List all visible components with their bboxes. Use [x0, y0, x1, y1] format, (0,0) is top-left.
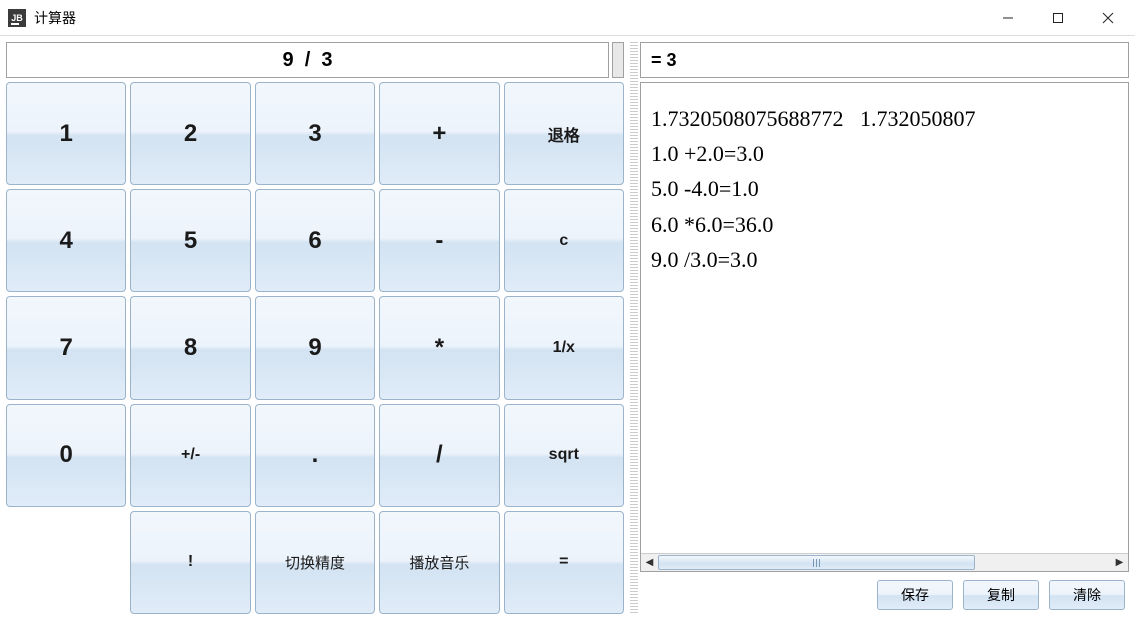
key-factorial[interactable]: ! — [130, 511, 250, 614]
history-actions: 保存 复制 清除 — [640, 572, 1129, 614]
key-9[interactable]: 9 — [255, 296, 375, 399]
app-icon: JB — [8, 9, 26, 27]
scroll-left-arrow-icon[interactable]: ◀ — [641, 554, 658, 571]
clear-button[interactable]: 清除 — [1049, 580, 1125, 610]
calculator-panel: 1 2 3 + 退格 4 5 6 - c 7 8 9 * 1/x 0 +/- .… — [6, 42, 628, 614]
key-minus[interactable]: - — [379, 189, 499, 292]
key-backspace[interactable]: 退格 — [504, 82, 624, 185]
panel-divider[interactable] — [630, 42, 638, 614]
scroll-grip-icon — [813, 559, 820, 567]
maximize-button[interactable] — [1033, 3, 1083, 33]
key-clear[interactable]: c — [504, 189, 624, 292]
key-toggle-precision[interactable]: 切换精度 — [255, 511, 375, 614]
minimize-icon — [1002, 12, 1014, 24]
scroll-right-arrow-icon[interactable]: ▶ — [1111, 554, 1128, 571]
history-panel: = 3 1.7320508075688772 1.732050807 1.0 +… — [640, 42, 1129, 614]
close-icon — [1102, 12, 1114, 24]
key-dot[interactable]: . — [255, 404, 375, 507]
key-5[interactable]: 5 — [130, 189, 250, 292]
expression-input[interactable] — [6, 42, 609, 78]
result-field[interactable]: = 3 — [640, 42, 1129, 78]
save-button[interactable]: 保存 — [877, 580, 953, 610]
key-sqrt[interactable]: sqrt — [504, 404, 624, 507]
horizontal-scrollbar[interactable]: ◀ ▶ — [641, 553, 1128, 571]
close-button[interactable] — [1083, 3, 1133, 33]
key-2[interactable]: 2 — [130, 82, 250, 185]
window-title: 计算器 — [34, 8, 76, 28]
key-0[interactable]: 0 — [6, 404, 126, 507]
scroll-thumb[interactable] — [658, 555, 975, 570]
copy-button[interactable]: 复制 — [963, 580, 1039, 610]
key-play-music[interactable]: 播放音乐 — [379, 511, 499, 614]
keypad: 1 2 3 + 退格 4 5 6 - c 7 8 9 * 1/x 0 +/- .… — [6, 82, 624, 614]
titlebar: JB 计算器 — [0, 0, 1135, 36]
key-equals[interactable]: = — [504, 511, 624, 614]
content: 1 2 3 + 退格 4 5 6 - c 7 8 9 * 1/x 0 +/- .… — [0, 36, 1135, 620]
key-divide[interactable]: / — [379, 404, 499, 507]
history-text[interactable]: 1.7320508075688772 1.732050807 1.0 +2.0=… — [641, 83, 1128, 553]
maximize-icon — [1052, 12, 1064, 24]
key-7[interactable]: 7 — [6, 296, 126, 399]
key-3[interactable]: 3 — [255, 82, 375, 185]
scroll-track[interactable] — [658, 554, 1111, 571]
key-8[interactable]: 8 — [130, 296, 250, 399]
key-plus[interactable]: + — [379, 82, 499, 185]
expression-side-button[interactable] — [612, 42, 624, 78]
key-sign[interactable]: +/- — [130, 404, 250, 507]
key-4[interactable]: 4 — [6, 189, 126, 292]
key-6[interactable]: 6 — [255, 189, 375, 292]
key-1[interactable]: 1 — [6, 82, 126, 185]
key-multiply[interactable]: * — [379, 296, 499, 399]
key-reciprocal[interactable]: 1/x — [504, 296, 624, 399]
history-area: 1.7320508075688772 1.732050807 1.0 +2.0=… — [640, 82, 1129, 572]
minimize-button[interactable] — [983, 3, 1033, 33]
